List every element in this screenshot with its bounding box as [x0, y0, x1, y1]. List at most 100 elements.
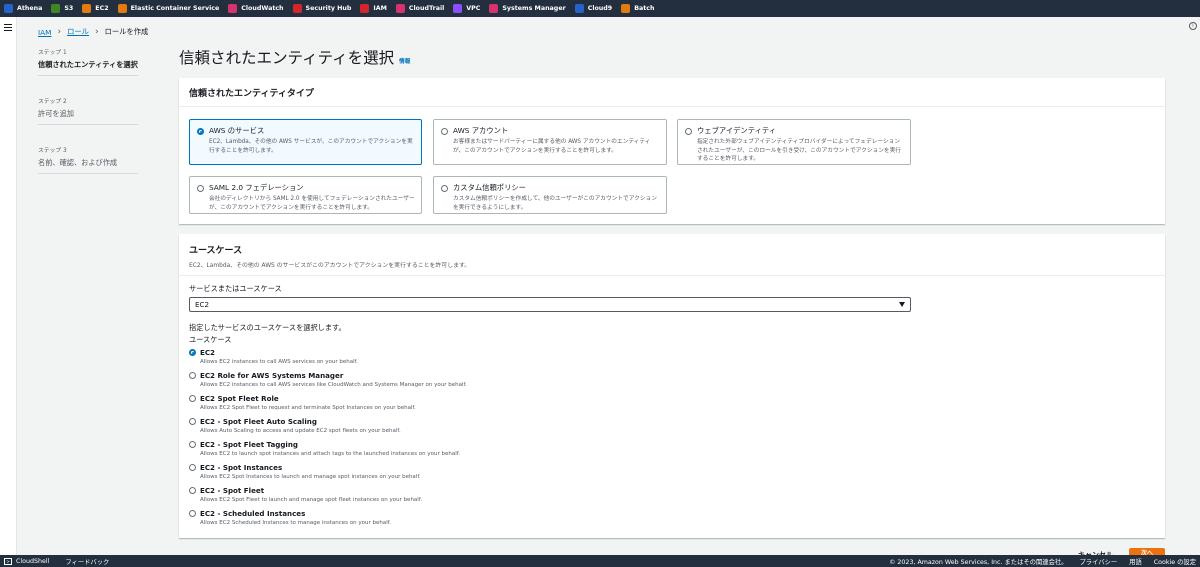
tile-title: SAML 2.0 フェデレーション — [209, 183, 304, 192]
vpc-icon — [453, 4, 463, 13]
breadcrumb-roles-link[interactable]: ロール — [67, 27, 89, 37]
entity-tile-custom-trust-policy[interactable]: カスタム信頼ポリシー カスタム信頼ポリシーを作成して、他のユーザーがこのアカウン… — [433, 176, 667, 214]
panel-header: ユースケース EC2、Lambda、その他の AWS のサービスがこのアカウント… — [179, 234, 1165, 276]
option-title: EC2 - Spot Fleet — [200, 486, 265, 495]
cloudwatch-icon — [228, 4, 238, 13]
tile-title: AWS アカウント — [453, 126, 509, 135]
step-name: 名前、確認、および作成 — [38, 158, 138, 174]
tile-description: カスタム信頼ポリシーを作成して、他のユーザーがこのアカウントでアクションを実行で… — [453, 196, 657, 211]
radio-icon[interactable] — [189, 487, 196, 494]
cloud9-icon — [574, 4, 584, 13]
option-title: EC2 Spot Fleet Role — [200, 394, 279, 403]
option-description: Allows EC2 Scheduled Instances to manage… — [200, 520, 392, 526]
breadcrumb-iam-link[interactable]: IAM — [38, 28, 51, 37]
option-title: EC2 - Scheduled Instances — [200, 509, 306, 518]
radio-icon[interactable] — [189, 464, 196, 471]
favorite-athena[interactable]: Athena — [4, 4, 42, 13]
entity-tile-web-identity[interactable]: ウェブアイデンティティ 指定された外部ウェブアイデンティティプロバイダーによって… — [677, 119, 911, 165]
copyright-text: © 2023, Amazon Web Services, Inc. またはその関… — [889, 558, 1068, 566]
entity-tile-aws-account[interactable]: AWS アカウント お客様またはサードパーティーに属する他の AWS アカウント… — [433, 119, 667, 165]
favorite-s3[interactable]: S3 — [51, 4, 73, 13]
favorite-iam[interactable]: IAM — [360, 4, 387, 13]
step-number: ステップ 1 — [38, 50, 67, 56]
use-case-option-spot-fleet-auto-scaling[interactable]: EC2 - Spot Fleet Auto Scaling Allows Aut… — [189, 417, 401, 434]
option-title: EC2 Role for AWS Systems Manager — [200, 371, 344, 380]
option-title: EC2 - Spot Instances — [200, 463, 283, 472]
tile-title: カスタム信頼ポリシー — [453, 183, 526, 192]
wizard-step-2: ステップ 2 許可を追加 — [38, 96, 138, 125]
feedback-link[interactable]: フィードバック — [65, 557, 109, 566]
chevron-right-icon: › — [94, 27, 99, 37]
cloudshell-link[interactable]: CloudShell — [16, 558, 49, 565]
info-panel-icon[interactable]: i — [1189, 22, 1197, 30]
chevron-right-icon: › — [57, 27, 62, 37]
step-name: 許可を追加 — [38, 109, 138, 125]
wizard-step-3: ステップ 3 名前、確認、および作成 — [38, 145, 138, 174]
cookie-settings-link[interactable]: Cookie の設定 — [1154, 557, 1196, 566]
favorite-security-hub[interactable]: Security Hub — [292, 4, 351, 13]
radio-selected-icon[interactable] — [197, 128, 204, 135]
radio-icon[interactable] — [441, 128, 448, 135]
radio-icon[interactable] — [189, 372, 196, 379]
service-field-label: サービスまたはユースケース — [189, 284, 282, 293]
step-number: ステップ 3 — [38, 148, 67, 154]
use-case-option-spot-fleet-role[interactable]: EC2 Spot Fleet Role Allows EC2 Spot Flee… — [189, 394, 416, 411]
favorite-ecs[interactable]: Elastic Container Service — [117, 4, 219, 13]
option-description: Allows EC2 to launch spot instances and … — [200, 451, 461, 457]
use-case-option-spot-instances[interactable]: EC2 - Spot Instances Allows EC2 Spot Ins… — [189, 463, 421, 480]
use-case-panel: ユースケース EC2、Lambda、その他の AWS のサービスがこのアカウント… — [179, 234, 1165, 538]
use-case-label: ユースケース — [189, 335, 232, 344]
cloudshell-icon[interactable]: > — [4, 557, 12, 565]
panel-header: 信頼されたエンティティタイプ — [179, 78, 1165, 107]
service-select[interactable]: EC2 — [189, 297, 911, 312]
iam-icon — [360, 4, 370, 13]
breadcrumb-current: ロールを作成 — [104, 27, 149, 36]
entity-tile-saml-federation[interactable]: SAML 2.0 フェデレーション 会社のディレクトリから SAML 2.0 を… — [189, 176, 422, 214]
tile-title: ウェブアイデンティティ — [697, 126, 777, 135]
radio-selected-icon[interactable] — [189, 349, 196, 356]
panel-title: 信頼されたエンティティタイプ — [189, 88, 314, 99]
systems-manager-icon — [489, 4, 499, 13]
option-title: EC2 - Spot Fleet Auto Scaling — [200, 417, 317, 426]
favorite-cloudwatch[interactable]: CloudWatch — [228, 4, 284, 13]
option-description: Allows EC2 Spot Fleet to launch and mana… — [200, 497, 423, 503]
radio-icon[interactable] — [441, 185, 448, 192]
favorite-cloudtrail[interactable]: CloudTrail — [395, 4, 444, 13]
step-number: ステップ 2 — [38, 99, 67, 105]
panel-description: EC2、Lambda、その他の AWS のサービスがこのアカウントでアクションを… — [189, 263, 471, 269]
athena-icon — [4, 4, 13, 13]
s3-icon — [51, 4, 61, 13]
entity-tile-aws-service[interactable]: AWS のサービス EC2、Lambda、その他の AWS サービスが、このアカ… — [189, 119, 422, 165]
radio-icon[interactable] — [189, 395, 196, 402]
trusted-entity-type-panel: 信頼されたエンティティタイプ AWS のサービス EC2、Lambda、その他の… — [179, 78, 1165, 224]
option-description: Allows EC2 instances to call AWS service… — [200, 359, 358, 365]
use-case-option-ec2-ssm[interactable]: EC2 Role for AWS Systems Manager Allows … — [189, 371, 467, 388]
use-case-option-scheduled-instances[interactable]: EC2 - Scheduled Instances Allows EC2 Sch… — [189, 509, 391, 526]
use-case-option-spot-fleet[interactable]: EC2 - Spot Fleet Allows EC2 Spot Fleet t… — [189, 486, 422, 503]
security-hub-icon — [292, 4, 302, 13]
service-select-value: EC2 — [195, 300, 210, 309]
radio-icon[interactable] — [189, 418, 196, 425]
privacy-link[interactable]: プライバシー — [1079, 557, 1117, 566]
use-case-option-spot-fleet-tagging[interactable]: EC2 - Spot Fleet Tagging Allows EC2 to l… — [189, 440, 460, 457]
favorite-vpc[interactable]: VPC — [453, 4, 480, 13]
info-link[interactable]: 情報 — [399, 57, 410, 65]
tile-description: EC2、Lambda、その他の AWS サービスが、このアカウントでアクションを… — [209, 139, 413, 154]
terms-link[interactable]: 用語 — [1129, 557, 1142, 566]
use-case-option-ec2[interactable]: EC2 Allows EC2 instances to call AWS ser… — [189, 348, 358, 365]
menu-icon[interactable] — [4, 24, 12, 32]
radio-icon[interactable] — [189, 510, 196, 517]
favorite-ec2[interactable]: EC2 — [82, 4, 109, 13]
tile-title: AWS のサービス — [209, 126, 265, 135]
page-header: 信頼されたエンティティを選択 情報 — [179, 46, 410, 68]
option-title: EC2 — [200, 348, 215, 357]
tile-description: 指定された外部ウェブアイデンティティプロバイダーによってフェデレーションされたユ… — [697, 139, 901, 162]
radio-icon[interactable] — [685, 128, 692, 135]
radio-icon[interactable] — [189, 441, 196, 448]
choose-use-case-label: 指定したサービスのユースケースを選択します。 — [189, 323, 346, 332]
favorite-systems-manager[interactable]: Systems Manager — [489, 4, 566, 13]
option-title: EC2 - Spot Fleet Tagging — [200, 440, 298, 449]
favorite-batch[interactable]: Batch — [621, 4, 654, 13]
favorite-cloud9[interactable]: Cloud9 — [574, 4, 612, 13]
radio-icon[interactable] — [197, 185, 204, 192]
